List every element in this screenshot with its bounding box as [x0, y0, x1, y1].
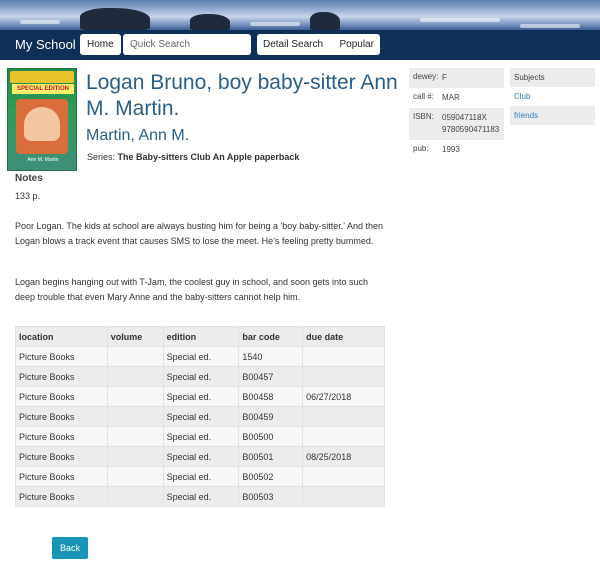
cell-bar-code: B00458	[238, 386, 304, 407]
info-row-dewey: dewey: F	[409, 68, 504, 88]
navbar: My School Home Detail Search Popular	[0, 30, 600, 60]
cell-edition: Special ed.	[162, 466, 240, 487]
table-row: Picture Books Special ed. B00502	[15, 466, 385, 487]
info-key: pub:	[413, 144, 429, 153]
info-key: call #:	[413, 92, 434, 101]
table-row: Picture Books Special ed. 1540	[15, 346, 385, 367]
header-banner-image	[0, 0, 600, 30]
cell-edition: Special ed.	[162, 426, 240, 447]
cell-edition: Special ed.	[162, 486, 240, 507]
cell-edition: Special ed.	[162, 346, 240, 367]
page-count: 133 p.	[15, 191, 41, 201]
cell-location: Picture Books	[15, 446, 108, 467]
cell-volume	[106, 426, 164, 447]
summary-paragraph: Logan begins hanging out with T-Jam, the…	[15, 277, 369, 302]
cell-edition: Special ed.	[162, 386, 240, 407]
cell-edition: Special ed.	[162, 406, 240, 427]
cell-volume	[106, 366, 164, 387]
cell-location: Picture Books	[15, 466, 108, 487]
book-title: Logan Bruno, boy baby-sitter Ann M. Mart…	[86, 71, 398, 120]
cell-bar-code: B00459	[238, 406, 304, 427]
table-row: Picture Books Special ed. B00500	[15, 426, 385, 447]
info-key: dewey:	[413, 72, 439, 81]
nav-button-group: Detail Search Popular	[257, 34, 380, 55]
table-row: Picture Books Special ed. B00457	[15, 366, 385, 387]
cell-location: Picture Books	[15, 386, 108, 407]
book-series: Series: The Baby-sitters Club An Apple p…	[87, 152, 299, 162]
column-header-due-date: due date	[302, 326, 385, 347]
table-header-row: location volume edition bar code due dat…	[15, 326, 385, 347]
cell-bar-code: B00501	[238, 446, 304, 467]
popular-button[interactable]: Popular	[333, 34, 379, 55]
summary-paragraph: Poor Logan. The kids at school are alway…	[15, 221, 383, 246]
cell-due-date	[302, 486, 385, 507]
cell-due-date: 08/25/2018	[302, 446, 385, 467]
column-header-bar-code: bar code	[238, 326, 304, 347]
cell-location: Picture Books	[15, 406, 108, 427]
cell-volume	[106, 386, 164, 407]
cell-due-date: 06/27/2018	[302, 386, 385, 407]
info-row-isbn: ISBN: 059047118X 9780590471183	[409, 108, 504, 140]
cell-location: Picture Books	[15, 366, 108, 387]
column-header-volume: volume	[106, 326, 164, 347]
subject-link-club[interactable]: Club	[510, 87, 595, 106]
info-row-call-number: call #: MAR	[409, 88, 504, 108]
column-header-edition: edition	[162, 326, 240, 347]
subject-link-friends[interactable]: friends	[510, 106, 595, 125]
catalog-info-box: dewey: F call #: MAR ISBN: 059047118X 97…	[409, 68, 504, 160]
subjects-box: Subjects Club friends	[510, 68, 595, 125]
copies-table: location volume edition bar code due dat…	[15, 326, 385, 507]
cell-bar-code: B00457	[238, 366, 304, 387]
cell-edition: Special ed.	[162, 366, 240, 387]
info-value: 059047118X 9780590471183	[442, 113, 500, 134]
info-row-pub: pub: 1993	[409, 140, 504, 160]
subjects-heading: Subjects	[510, 68, 595, 87]
cell-volume	[106, 486, 164, 507]
cell-due-date	[302, 366, 385, 387]
cell-bar-code: B00503	[238, 486, 304, 507]
cell-location: Picture Books	[15, 426, 108, 447]
info-value: 1993	[442, 145, 460, 154]
info-value: MAR	[442, 93, 460, 102]
cell-location: Picture Books	[15, 346, 108, 367]
cell-bar-code: 1540	[238, 346, 304, 367]
cell-volume	[106, 406, 164, 427]
table-row: Picture Books Special ed. B00458 06/27/2…	[15, 386, 385, 407]
brand-link[interactable]: My School	[15, 37, 76, 52]
cell-due-date	[302, 426, 385, 447]
cell-bar-code: B00502	[238, 466, 304, 487]
cover-special-edition-text: SPECIAL EDITION	[12, 84, 74, 94]
cell-edition: Special ed.	[162, 446, 240, 467]
cell-bar-code: B00500	[238, 426, 304, 447]
series-label: Series:	[87, 152, 116, 162]
book-author: Martin, Ann M.	[86, 127, 190, 144]
detail-search-button[interactable]: Detail Search	[257, 34, 329, 55]
back-button[interactable]: Back	[52, 537, 88, 559]
cell-due-date	[302, 346, 385, 367]
cell-due-date	[302, 466, 385, 487]
table-row: Picture Books Special ed. B00503	[15, 486, 385, 507]
series-name: The Baby-sitters Club An Apple paperback	[117, 152, 300, 162]
info-value: F	[442, 73, 447, 82]
notes-heading: Notes	[15, 173, 43, 184]
cell-volume	[106, 446, 164, 467]
table-row: Picture Books Special ed. B00459	[15, 406, 385, 427]
table-row: Picture Books Special ed. B00501 08/25/2…	[15, 446, 385, 467]
cell-location: Picture Books	[15, 486, 108, 507]
cell-due-date	[302, 406, 385, 427]
column-header-location: location	[15, 326, 108, 347]
cell-volume	[106, 466, 164, 487]
quick-search-input[interactable]	[123, 34, 251, 55]
info-key: ISBN:	[413, 112, 434, 121]
book-cover-image: SPECIAL EDITION Ann M. Martin	[7, 68, 77, 171]
home-button[interactable]: Home	[80, 34, 121, 55]
cell-volume	[106, 346, 164, 367]
